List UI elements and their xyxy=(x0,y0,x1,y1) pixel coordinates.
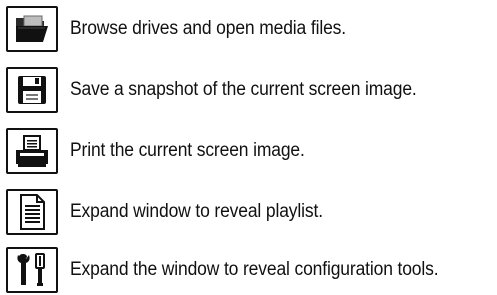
printer-icon xyxy=(16,135,48,167)
folder-open-icon xyxy=(16,15,48,42)
print-row: Print the current screen image. xyxy=(0,128,497,174)
open-media-label: Browse drives and open media files. xyxy=(70,18,346,39)
save-snapshot-row: Save a snapshot of the current screen im… xyxy=(0,67,497,113)
open-media-button[interactable] xyxy=(6,6,58,52)
print-label: Print the current screen image. xyxy=(70,140,305,161)
playlist-button[interactable] xyxy=(6,189,58,235)
config-tools-row: Expand the window to reveal configuratio… xyxy=(0,247,497,293)
open-media-row: Browse drives and open media files. xyxy=(0,6,497,52)
config-tools-label: Expand the window to reveal configuratio… xyxy=(70,259,439,280)
save-snapshot-button[interactable] xyxy=(6,67,58,113)
playlist-row: Expand window to reveal playlist. xyxy=(0,189,497,235)
playlist-label: Expand window to reveal playlist. xyxy=(70,201,323,222)
floppy-disk-icon xyxy=(18,76,46,104)
save-snapshot-label: Save a snapshot of the current screen im… xyxy=(70,79,417,100)
config-tools-button[interactable] xyxy=(6,247,58,293)
print-button[interactable] xyxy=(6,128,58,174)
tools-icon xyxy=(17,253,45,286)
document-list-icon xyxy=(20,194,45,230)
